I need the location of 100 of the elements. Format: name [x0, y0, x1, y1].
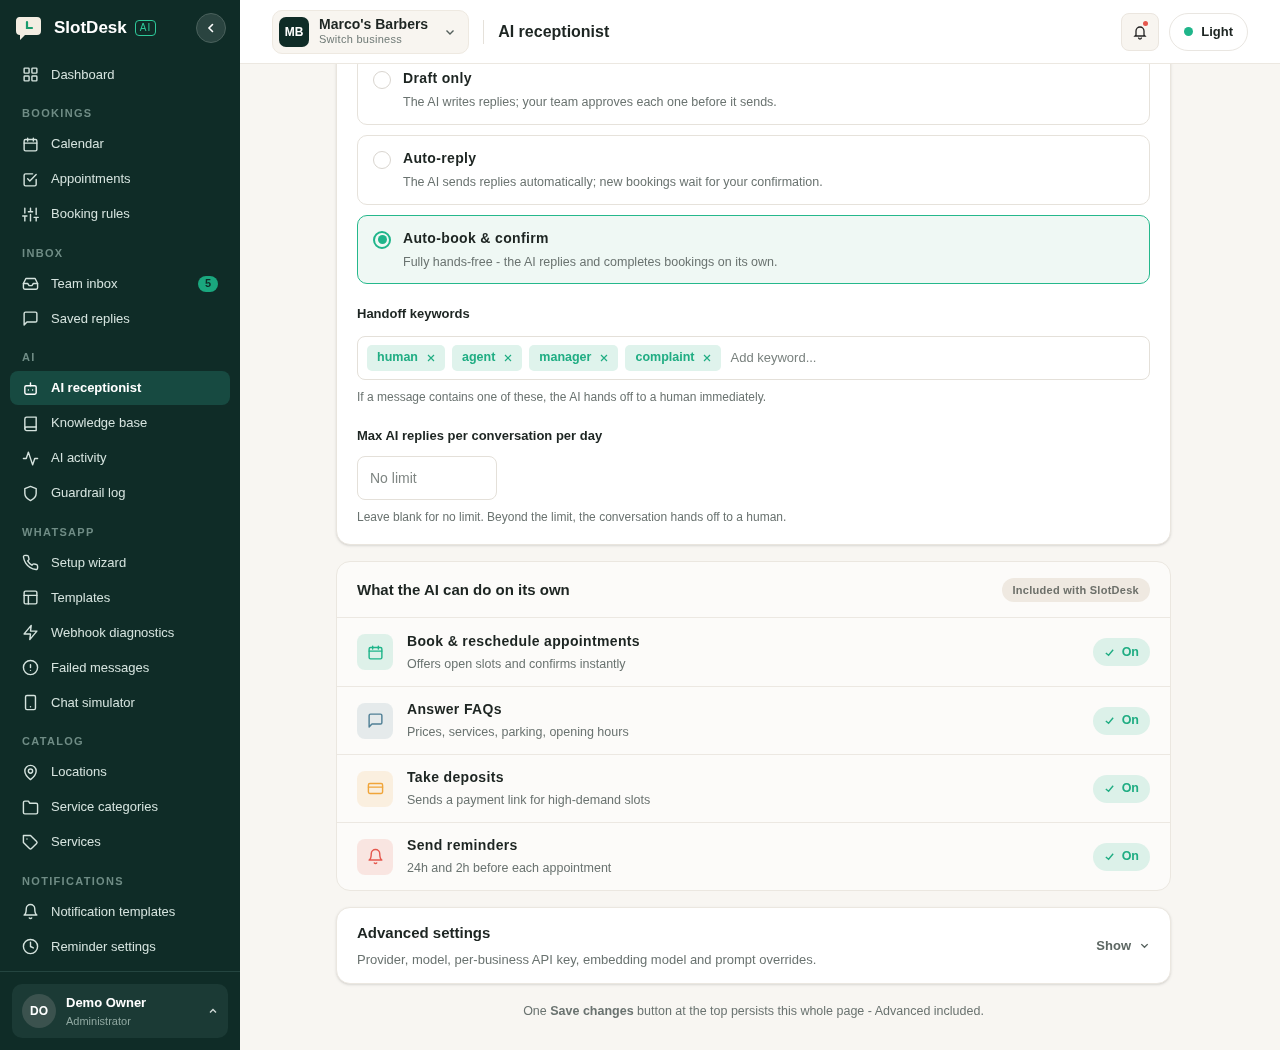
- nav-item[interactable]: Team inbox 5: [10, 266, 230, 301]
- nav-item[interactable]: Guardrail log: [10, 476, 230, 510]
- map-pin-icon: [22, 763, 39, 781]
- help-text: If a message contains one of these, the AI hands off to a human immediately.: [357, 388, 768, 406]
- remove-icon[interactable]: [600, 353, 609, 362]
- nav-item[interactable]: Saved replies: [10, 301, 230, 336]
- bell-icon: [366, 848, 384, 866]
- remove-icon[interactable]: [504, 353, 513, 362]
- nav-item[interactable]: Failed messages: [10, 650, 230, 685]
- user-menu-button[interactable]: DO Demo Owner Administrator: [12, 984, 228, 1038]
- capability-title: Book & reschedule appointments: [407, 631, 640, 651]
- mode-option[interactable]: Draft only The AI writes replies; your team approves each one before it sends.: [357, 64, 1150, 125]
- field-label: Handoff keywords: [357, 305, 471, 324]
- notifications-button[interactable]: [1121, 12, 1160, 51]
- section-heading: AI: [21, 350, 37, 365]
- ai-badge: AI: [134, 20, 157, 36]
- help-text: Leave blank for no limit. Beyond the limit, the conversation hands off to a human.: [357, 509, 788, 527]
- user-name: Demo Owner: [66, 994, 147, 1012]
- alert-icon: [22, 659, 39, 676]
- section-heading: NOTIFICATIONS: [21, 873, 125, 889]
- nav-item[interactable]: Dashboard: [10, 57, 230, 92]
- chevron-up-icon: [208, 1006, 218, 1016]
- user-avatar: DO: [22, 994, 56, 1028]
- theme-toggle[interactable]: Light: [1169, 12, 1248, 51]
- keyword-tag: human: [367, 344, 445, 371]
- nav-item[interactable]: AI receptionist: [10, 371, 230, 405]
- nav-item[interactable]: Knowledge base: [10, 406, 230, 440]
- show-advanced-button[interactable]: Show: [1096, 936, 1150, 956]
- nav-item[interactable]: Reminder settings: [10, 929, 230, 964]
- nav-item[interactable]: Services: [10, 825, 230, 859]
- calendar-icon: [366, 643, 384, 661]
- keyword-tag: agent: [452, 344, 523, 371]
- field-label: Max AI replies per conversation per day: [357, 426, 604, 445]
- nav-item[interactable]: Calendar: [10, 127, 230, 161]
- mode-option[interactable]: Auto-reply The AI sends replies automatically; new bookings wait for your confirmation.: [357, 134, 1150, 205]
- keyword-tag: manager: [529, 344, 619, 371]
- check-icon: [1103, 646, 1115, 658]
- page-title: AI receptionist: [498, 21, 610, 42]
- capability-title: Take deposits: [407, 768, 505, 788]
- nav-item[interactable]: Webhook diagnostics: [10, 615, 230, 650]
- nav-item[interactable]: Booking rules: [10, 197, 230, 231]
- capability-title: Send reminders: [407, 836, 519, 856]
- bell-icon: [22, 903, 39, 920]
- nav-item[interactable]: Templates: [10, 580, 230, 615]
- section-heading: BOOKINGS: [21, 106, 94, 121]
- capability-description: 24h and 2h before each appointment: [407, 860, 612, 878]
- tag-icon: [22, 833, 39, 851]
- mobile-icon: [22, 694, 39, 711]
- clock-icon: [22, 938, 39, 955]
- nav-item[interactable]: AI activity: [10, 441, 230, 475]
- business-switcher[interactable]: MB Marco's Barbers Switch business: [272, 9, 470, 54]
- check-icon: [1103, 783, 1115, 795]
- card-description: Provider, model, per-business API key, embedding model and prompt overrides.: [357, 950, 817, 969]
- capability-description: Sends a payment link for high-demand slots: [407, 792, 651, 810]
- switch-business-label: Switch business: [319, 33, 402, 48]
- section-heading: INBOX: [21, 245, 65, 261]
- pulse-icon: [22, 449, 39, 467]
- plan-badge: Included with SlotDesk: [1001, 577, 1150, 602]
- lightning-icon: [22, 624, 39, 641]
- robot-icon: [22, 379, 39, 397]
- capability-description: Offers open slots and confirms instantly: [407, 655, 627, 673]
- user-role: Administrator: [66, 1013, 131, 1029]
- business-name: Marco's Barbers: [319, 15, 429, 34]
- section-heading: WHATSAPP: [21, 524, 96, 540]
- nav-item[interactable]: Locations: [10, 755, 230, 789]
- shield-icon: [22, 484, 39, 502]
- remove-icon[interactable]: [427, 353, 435, 362]
- layout-icon: [22, 589, 39, 606]
- keyword-tag: complaint: [625, 344, 722, 371]
- phone-icon: [22, 554, 39, 571]
- business-avatar: MB: [279, 16, 309, 47]
- remove-icon[interactable]: [703, 353, 712, 362]
- grid-icon: [22, 66, 39, 83]
- book-icon: [22, 414, 39, 432]
- sliders-icon: [22, 205, 39, 223]
- capability-description: Prices, services, parking, opening hours: [407, 724, 629, 742]
- checkbox-icon: [22, 170, 39, 188]
- card-title: What the AI can do on its own: [357, 579, 570, 600]
- count-badge: 5: [198, 275, 218, 292]
- mode-option[interactable]: Auto-book & confirm Fully hands-free - the AI replies and completes bookings on its own.: [357, 214, 1150, 285]
- nav-item[interactable]: Chat simulator: [10, 685, 230, 720]
- capability-title: Answer FAQs: [407, 700, 503, 720]
- nav-item[interactable]: Appointments: [10, 162, 230, 196]
- check-icon: [1103, 851, 1115, 863]
- nav-item[interactable]: Notification templates: [10, 894, 230, 929]
- folder-icon: [22, 798, 39, 816]
- brand-name: SlotDesk: [54, 17, 127, 40]
- max-replies-field[interactable]: No limit: [357, 456, 497, 501]
- collapse-sidebar-button[interactable]: [196, 13, 226, 43]
- footer-note: One Save changes button at the top persists this whole page - Advanced included.: [522, 1003, 985, 1021]
- nav-item[interactable]: Setup wizard: [10, 545, 230, 580]
- notification-icon: [1132, 23, 1149, 40]
- card-title: Advanced settings: [357, 923, 492, 944]
- chat-bubble-icon: [366, 712, 384, 730]
- add-keyword-field[interactable]: Add keyword...: [730, 348, 1140, 368]
- logo-icon: [14, 14, 42, 42]
- check-icon: [1103, 715, 1115, 727]
- nav-item[interactable]: Service categories: [10, 790, 230, 824]
- chat-bubble-icon: [22, 310, 39, 327]
- section-heading: CATALOG: [21, 734, 85, 749]
